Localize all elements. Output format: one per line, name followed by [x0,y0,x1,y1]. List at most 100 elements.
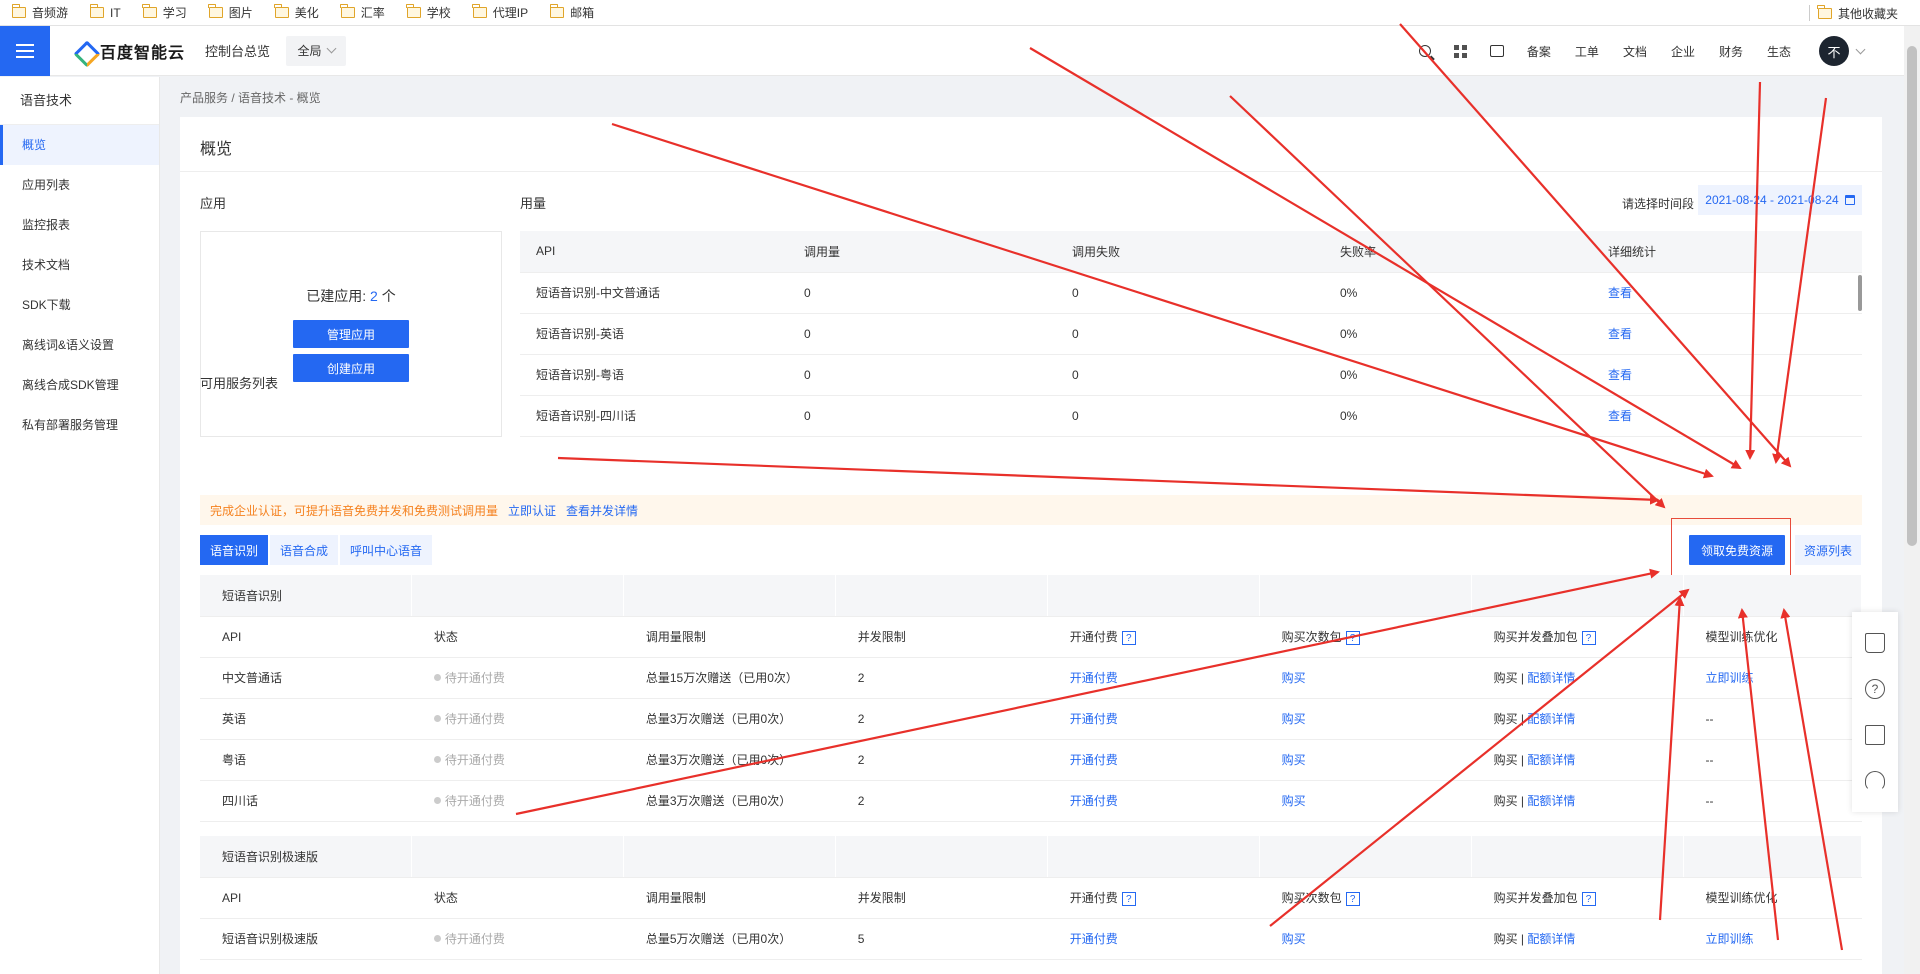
enable-payment-link[interactable]: 开通付费 [1070,932,1118,946]
messages-button[interactable] [1479,26,1515,76]
bookmark-item[interactable]: 图片 [197,0,263,26]
nav-finance[interactable]: 财务 [1707,43,1755,60]
table-cell: 待开通付费 [411,918,624,960]
bookmark-item[interactable]: 汇率 [329,0,395,26]
sidebar-item-overview[interactable]: 概览 [0,125,159,165]
service-table-asr: 短语音识别 API 状态 调用量限制 并发限制 开通付费? 购买次数包? 购买并发叠加包? 模型… [200,575,1863,822]
buy-count-pack-link[interactable]: 购买 [1282,712,1306,726]
logo-cube-icon [74,41,94,61]
folder-icon [274,4,289,18]
bookmark-item[interactable]: IT [78,0,131,26]
enable-payment-link[interactable]: 开通付费 [1070,712,1118,726]
buy-concurrency-link[interactable]: 购买 [1494,753,1518,767]
buy-concurrency-link[interactable]: 购买 [1494,932,1518,946]
table-cell: 开通付费 [1047,657,1260,699]
sidebar-item-monitor[interactable]: 监控报表 [0,205,159,245]
manage-app-button[interactable]: 管理应用 [293,320,409,348]
service-col-header: 调用量限制 [623,616,836,658]
claim-free-resources-button[interactable]: 领取免费资源 [1689,535,1785,565]
create-app-button[interactable]: 创建应用 [293,354,409,382]
quota-details-link[interactable]: 配额详情 [1527,932,1575,946]
resource-list-button[interactable]: 资源列表 [1795,535,1861,565]
page-scrollbar[interactable] [1904,26,1920,974]
view-details-link[interactable]: 查看 [1592,272,1862,314]
quota-details-link[interactable]: 配额详情 [1527,794,1575,808]
nav-enterprise[interactable]: 企业 [1659,43,1707,60]
sidebar-item-sdk[interactable]: SDK下载 [0,285,159,325]
bookmark-item[interactable]: 代理IP [461,0,538,26]
sidebar-item-offline-words[interactable]: 离线词&语义设置 [0,325,159,365]
table-cell: 2 [835,780,1048,822]
buy-concurrency-link[interactable]: 购买 [1494,712,1518,726]
quota-details-link[interactable]: 配额详情 [1527,753,1575,767]
nav-ticket[interactable]: 工单 [1563,43,1611,60]
nav-beian[interactable]: 备案 [1515,43,1563,60]
train-model-link[interactable]: 立即训练 [1705,932,1753,946]
help-icon[interactable]: ? [1121,631,1136,646]
hamburger-menu-button[interactable] [0,25,50,76]
bookmark-item[interactable]: 学习 [131,0,197,26]
view-details-link[interactable]: 查看 [1592,395,1862,437]
bookmark-item[interactable]: 邮箱 [538,0,604,26]
api-name: 粤语 [222,753,247,767]
bookmark-item[interactable]: 学校 [395,0,461,26]
usage-table-scrollbar[interactable] [1858,275,1862,311]
other-bookmarks[interactable]: 其他收藏夹 [1806,0,1908,26]
bookmark-item[interactable]: 美化 [263,0,329,26]
table-cell: 0 [1056,354,1324,396]
service-table-asr-fast: 短语音识别极速版 API 状态 调用量限制 并发限制 开通付费? 购买次数包? 购买并发叠加包… [200,836,1863,960]
edit-icon[interactable] [1865,725,1885,745]
enable-payment-link[interactable]: 开通付费 [1070,753,1118,767]
nav-ecosystem[interactable]: 生态 [1755,43,1803,60]
console-overview-link[interactable]: 控制台总览 [205,41,270,60]
buy-concurrency-link[interactable]: 购买 [1494,671,1518,685]
enable-payment-link[interactable]: 开通付费 [1070,794,1118,808]
buy-count-pack-link[interactable]: 购买 [1282,794,1306,808]
date-range-picker[interactable]: 2021-08-24 - 2021-08-24 [1698,185,1862,215]
sidebar-item-private-deploy[interactable]: 私有部署服务管理 [0,405,159,445]
help-icon[interactable]: ? [1581,631,1596,646]
search-button[interactable] [1407,26,1443,76]
brand-logo[interactable]: 百度智能云 [74,39,185,63]
table-row: 英语 待开通付费 总量3万次赠送（已用0次） 2 开通付费 购买 购买 | 配额详情 -- [200,698,1862,740]
sidebar-item-docs[interactable]: 技术文档 [0,245,159,285]
table-row: 短语音识别极速版 待开通付费 总量5万次赠送（已用0次） 5 开通付费 购买 购买 | 配额… [200,918,1862,960]
buy-count-pack-link[interactable]: 购买 [1282,671,1306,685]
sidebar-item-app-list[interactable]: 应用列表 [0,165,159,205]
nav-docs[interactable]: 文档 [1611,43,1659,60]
concurrency-details-link[interactable]: 查看并发详情 [566,502,638,519]
buy-count-pack-link[interactable]: 购买 [1282,753,1306,767]
help-icon[interactable]: ? [1865,679,1885,699]
help-icon[interactable]: ? [1345,892,1360,907]
enable-payment-link[interactable]: 开通付费 [1070,671,1118,685]
train-model-link: -- [1705,711,1714,726]
help-icon[interactable]: ? [1345,631,1360,646]
quota-details-link[interactable]: 配额详情 [1527,671,1575,685]
bookmark-item[interactable]: 音频游 [0,0,78,26]
view-details-link[interactable]: 查看 [1592,354,1862,396]
view-details-link[interactable]: 查看 [1592,313,1862,355]
quota-details-link[interactable]: 配额详情 [1527,712,1575,726]
help-icon[interactable]: ? [1121,892,1136,907]
tab-call-center[interactable]: 呼叫中心语音 [340,535,433,565]
user-avatar[interactable]: 不 [1819,36,1849,66]
buy-concurrency-link[interactable]: 购买 [1494,794,1518,808]
chevron-down-icon[interactable] [1855,44,1866,54]
sidebar-item-offline-tts-sdk[interactable]: 离线合成SDK管理 [0,365,159,405]
train-model-link[interactable]: 立即训练 [1705,671,1753,685]
thumbs-up-icon[interactable] [1865,633,1885,653]
group-cell [1471,575,1684,617]
customer-service-icon[interactable] [1865,771,1885,791]
verify-now-link[interactable]: 立即认证 [508,502,556,519]
table-cell: 2 [835,739,1048,781]
scrollbar-thumb[interactable] [1907,46,1917,546]
tab-tts[interactable]: 语音合成 [270,535,339,565]
help-icon[interactable]: ? [1581,892,1596,907]
table-cell: 粤语 [200,739,412,781]
tab-asr[interactable]: 语音识别 [200,535,269,565]
page-title: 概览 [200,141,233,158]
apps-button[interactable] [1443,26,1479,76]
api-name: 短语音识别极速版 [222,932,319,946]
buy-count-pack-link[interactable]: 购买 [1282,932,1306,946]
region-select[interactable]: 全局 [286,35,347,66]
